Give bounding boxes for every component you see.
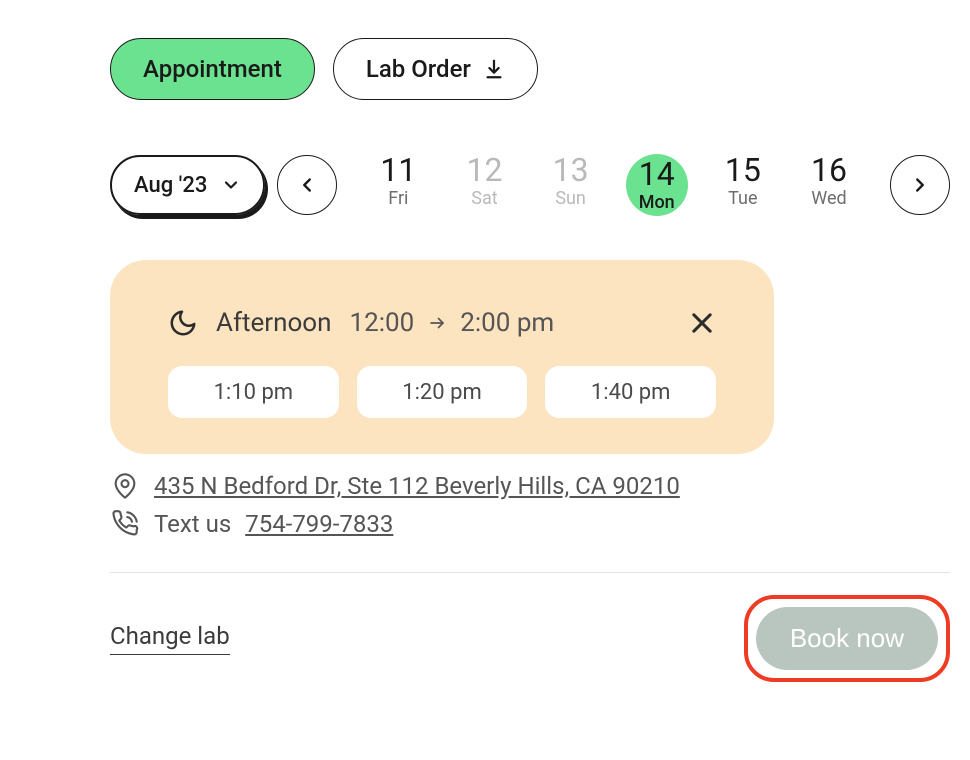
month-select[interactable]: Aug '23 — [110, 155, 265, 215]
moon-icon — [168, 308, 198, 338]
time-slot-label: 1:20 pm — [402, 380, 482, 405]
time-start: 12:00 — [349, 308, 414, 338]
time-slot-label: 1:40 pm — [591, 380, 671, 405]
tab-lab-order-label: Lab Order — [366, 55, 471, 83]
location-pin-icon — [110, 472, 140, 500]
day-list: 11 Fri 12 Sat 13 Sun 14 Mon 15 Tue — [349, 154, 878, 216]
time-period-label: Afternoon — [216, 308, 331, 338]
time-slot-label: 1:10 pm — [214, 380, 294, 405]
day-number: 16 — [786, 154, 872, 186]
day-item[interactable]: 12 Sat — [441, 154, 527, 216]
day-name: Sun — [528, 188, 614, 209]
tab-appointment[interactable]: Appointment — [110, 38, 315, 100]
download-icon — [483, 58, 505, 80]
day-name: Sat — [441, 188, 527, 209]
phone-link[interactable]: 754-799-7833 — [245, 510, 393, 538]
day-name: Tue — [700, 188, 786, 209]
time-slot-list: 1:10 pm 1:20 pm 1:40 pm — [168, 366, 716, 418]
phone-icon — [110, 510, 140, 538]
day-name: Fri — [355, 188, 441, 209]
arrow-right-icon — [424, 314, 450, 332]
prev-week-button[interactable] — [277, 155, 337, 215]
day-name: Mon — [639, 192, 675, 213]
phone-row: Text us 754-799-7833 — [110, 510, 950, 538]
change-lab-button[interactable]: Change lab — [110, 622, 230, 655]
time-end: 2:00 pm — [460, 308, 554, 338]
scheduling-tabs: Appointment Lab Order — [110, 38, 950, 100]
tab-appointment-label: Appointment — [143, 55, 282, 83]
address-row: 435 N Bedford Dr, Ste 112 Beverly Hills,… — [110, 472, 950, 500]
day-name: Wed — [786, 188, 872, 209]
time-slot[interactable]: 1:20 pm — [357, 366, 528, 418]
time-header: Afternoon 12:00 2:00 pm — [168, 308, 716, 338]
date-selector-row: Aug '23 11 Fri 12 Sat 13 Sun — [110, 154, 950, 216]
book-now-highlight: Book now — [744, 595, 950, 682]
day-number: 12 — [441, 154, 527, 186]
day-item[interactable]: 16 Wed — [786, 154, 872, 216]
day-number: 15 — [700, 154, 786, 186]
chevron-right-icon — [909, 174, 931, 196]
text-us-label: Text us — [154, 510, 231, 538]
day-number: 11 — [355, 154, 441, 186]
day-item-selected[interactable]: 14 Mon — [614, 154, 700, 216]
tab-lab-order[interactable]: Lab Order — [333, 38, 538, 100]
day-number: 14 — [639, 158, 675, 190]
day-item[interactable]: 13 Sun — [528, 154, 614, 216]
close-icon[interactable] — [688, 309, 716, 337]
book-now-button[interactable]: Book now — [756, 607, 938, 670]
divider — [110, 572, 950, 573]
address-link[interactable]: 435 N Bedford Dr, Ste 112 Beverly Hills,… — [154, 472, 680, 500]
time-slot[interactable]: 1:40 pm — [545, 366, 716, 418]
day-number: 13 — [528, 154, 614, 186]
time-slot[interactable]: 1:10 pm — [168, 366, 339, 418]
chevron-left-icon — [296, 174, 318, 196]
chevron-down-icon — [221, 175, 241, 195]
time-panel: Afternoon 12:00 2:00 pm 1:10 pm 1:20 pm … — [110, 260, 774, 454]
day-item[interactable]: 11 Fri — [355, 154, 441, 216]
next-week-button[interactable] — [890, 155, 950, 215]
footer-row: Change lab Book now — [110, 595, 950, 682]
month-label: Aug '23 — [134, 173, 207, 198]
day-item[interactable]: 15 Tue — [700, 154, 786, 216]
